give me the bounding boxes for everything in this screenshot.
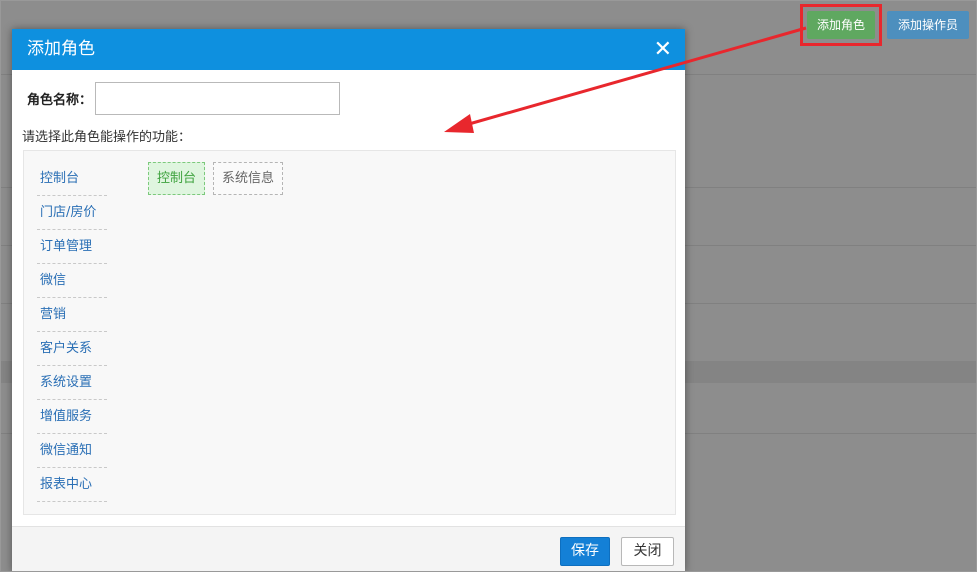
function-item-store-price[interactable]: 门店/房价: [37, 196, 107, 230]
function-item-marketing[interactable]: 营销: [37, 298, 107, 332]
function-item-wechat-notify[interactable]: 微信通知: [37, 434, 107, 468]
dialog-title: 添加角色: [27, 39, 95, 59]
role-name-row: 角色名称：: [27, 81, 341, 115]
function-category-list: 控制台 门店/房价 订单管理 微信 营销 客户关系 系统设置 增值服务 微信通知…: [37, 162, 107, 502]
save-button[interactable]: 保存: [560, 537, 610, 566]
dialog-footer: 保存 关闭: [12, 526, 685, 572]
role-name-label: 角色名称：: [27, 92, 93, 108]
function-item-system-settings[interactable]: 系统设置: [37, 366, 107, 400]
function-select-prompt: 请选择此角色能操作的功能：: [22, 130, 192, 145]
close-button[interactable]: 关闭: [621, 537, 674, 566]
dialog-header: 添加角色 ✕: [12, 29, 685, 70]
function-panel: 控制台 门店/房价 订单管理 微信 营销 客户关系 系统设置 增值服务 微信通知…: [23, 150, 676, 515]
function-item-wechat[interactable]: 微信: [37, 264, 107, 298]
role-name-input[interactable]: [95, 81, 341, 115]
function-item-reports[interactable]: 报表中心: [37, 468, 107, 502]
sub-function-tag-console[interactable]: 控制台: [148, 162, 206, 195]
function-item-customers[interactable]: 客户关系: [37, 332, 107, 366]
close-icon[interactable]: ✕: [654, 29, 672, 70]
function-item-orders[interactable]: 订单管理: [37, 230, 107, 264]
sub-function-tag-system-info[interactable]: 系统信息: [213, 162, 284, 195]
add-role-dialog: 添加角色 ✕ 角色名称： 请选择此角色能操作的功能： 控制台 门店/房价 订单管…: [12, 29, 685, 572]
add-operator-button[interactable]: 添加操作员: [887, 11, 969, 39]
function-item-value-added[interactable]: 增值服务: [37, 400, 107, 434]
function-item-console[interactable]: 控制台: [37, 162, 107, 196]
annotation-highlight-box: [800, 4, 882, 46]
sub-function-tags: 控制台 系统信息: [148, 162, 284, 195]
